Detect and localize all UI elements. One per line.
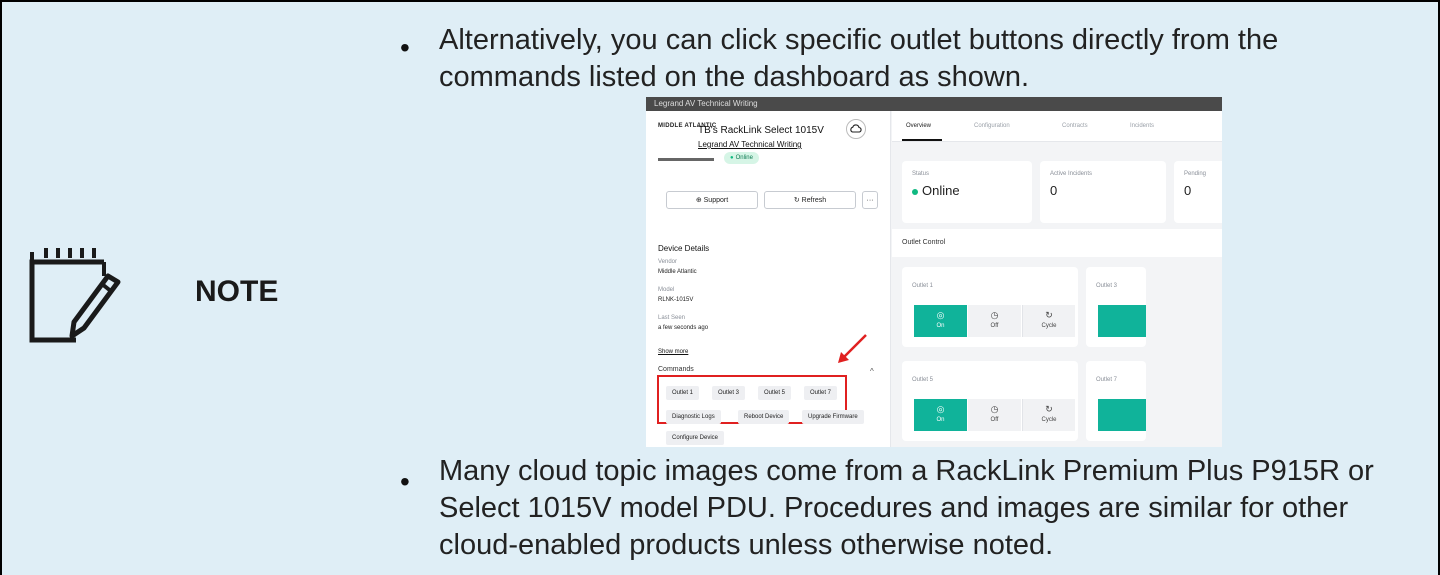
status-value-text: Online [922,183,960,198]
device-sidebar: MIDDLE ATLANTIC TB's RackLink Select 101… [646,111,891,447]
active-incidents-label: Active Incidents [1050,171,1093,177]
device-details-title: Device Details [658,244,710,253]
status-card: Status Online [902,161,1032,223]
refresh-button-label: Refresh [801,197,827,204]
tab-configuration[interactable]: Configuration [974,123,1010,129]
outlet-card: Outlet 1 ◎ On ◷ Off ↻ Cycle [902,267,1078,347]
outlet-on-button[interactable]: ◎ On [914,305,967,337]
screenshot-topbar: Legrand AV Technical Writing [646,97,1222,111]
active-tab-indicator [902,139,942,141]
outlet-card: Outlet 5 ◎ On ◷ Off ↻ Cycle [902,361,1078,441]
active-incidents-card: Active Incidents 0 [1040,161,1166,223]
status-value: Online [912,183,960,198]
outlet-on-button[interactable] [1098,399,1146,431]
outlet-cycle-button[interactable]: ↻ Cycle [1022,305,1075,337]
bullet-text: Many cloud topic images come from a Rack… [439,455,1374,561]
status-label: Status [912,171,930,177]
outlet-card: Outlet 3 [1086,267,1146,347]
note-box: NOTE • Alternatively, you can click spec… [0,0,1440,575]
outlet-card: Outlet 7 [1086,361,1146,441]
outlet-on-button[interactable] [1098,305,1146,337]
outlet-name: Outlet 7 [1096,377,1118,383]
off-label: Off [990,323,999,329]
more-button[interactable]: ··· [862,191,878,209]
outlet-name: Outlet 1 [912,283,934,289]
cycle-label: Cycle [1041,323,1057,329]
red-arrow-icon [838,334,867,363]
overview-panel: Overview Configuration Contracts Inciden… [892,111,1222,447]
command-configure-device[interactable]: Configure Device [666,431,725,445]
model-label: Model [658,287,675,293]
tab-bar: Overview Configuration Contracts Inciden… [892,111,1222,142]
online-dot-icon [912,188,918,195]
outlet-cycle-button[interactable]: ↻ Cycle [1022,399,1075,431]
notepad-pencil-icon [29,248,121,343]
vendor-value: Middle Atlantic [658,269,697,275]
command-diagnostic-logs[interactable]: Diagnostic Logs [666,410,721,424]
outlet-on-button[interactable]: ◎ On [914,399,967,431]
active-incidents-value: 0 [1050,183,1058,198]
show-more-link[interactable]: Show more [658,349,688,355]
bullet-marker: • [400,32,410,63]
device-name: TB's RackLink Select 1015V [698,125,824,136]
bullet-text: Alternatively, you can click specific ou… [439,24,1279,93]
refresh-button[interactable]: ↻ Refresh [764,191,856,209]
cloud-icon[interactable] [846,119,866,139]
on-label: On [936,417,945,423]
support-button-label: Support [703,197,729,204]
power-on-icon: ◎ [936,310,945,320]
topbar-title: Legrand AV Technical Writing [654,99,758,108]
note-label: NOTE [195,275,279,308]
pending-label: Pending [1184,171,1207,177]
command-reboot-device[interactable]: Reboot Device [738,410,790,424]
cycle-icon: ↻ [1045,404,1053,414]
device-image-placeholder [658,158,714,161]
outlet-control-header: Outlet Control [892,229,1222,257]
model-value: RLNK-1015V [658,297,694,303]
tab-contracts[interactable]: Contracts [1062,123,1088,129]
power-off-icon: ◷ [990,404,999,414]
support-button[interactable]: ⊕ Support [666,191,758,209]
status-badge: Online [724,152,759,164]
outlet-name: Outlet 5 [912,377,934,383]
pending-card: Pending 0 [1174,161,1222,223]
cycle-icon: ↻ [1045,310,1053,320]
pending-value: 0 [1184,183,1192,198]
org-link[interactable]: Legrand AV Technical Writing [698,140,802,149]
commands-title: Commands [658,366,694,373]
tab-incidents[interactable]: Incidents [1130,123,1154,129]
chevron-up-icon[interactable]: ^ [870,367,874,376]
last-seen-value: a few seconds ago [658,325,709,331]
dashboard-screenshot: Legrand AV Technical Writing MIDDLE ATLA… [646,97,1222,447]
outlet-name: Outlet 3 [1096,283,1118,289]
power-off-icon: ◷ [990,310,999,320]
outlet-control-title: Outlet Control [902,239,946,246]
outlet-off-button[interactable]: ◷ Off [968,305,1021,337]
outlet-off-button[interactable]: ◷ Off [968,399,1021,431]
tab-overview[interactable]: Overview [906,123,931,129]
bullet-marker: • [400,466,410,497]
command-upgrade-firmware[interactable]: Upgrade Firmware [802,410,864,424]
on-label: On [936,323,945,329]
last-seen-label: Last Seen [658,315,686,321]
off-label: Off [990,417,999,423]
cycle-label: Cycle [1041,417,1057,423]
vendor-label: Vendor [658,259,678,265]
power-on-icon: ◎ [936,404,945,414]
